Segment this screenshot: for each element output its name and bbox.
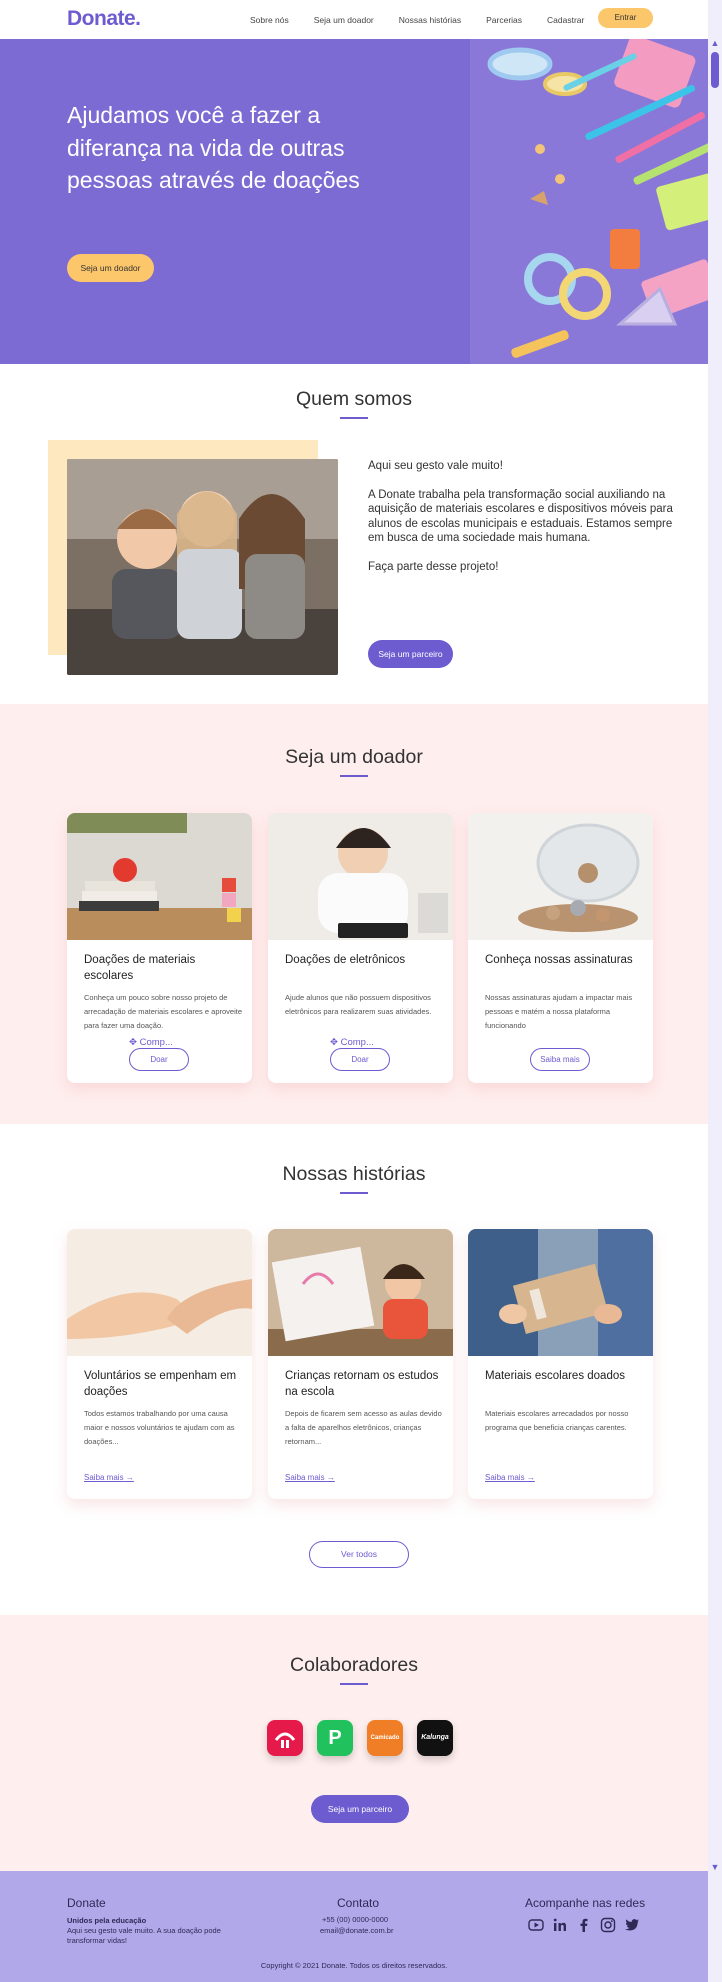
comp-tag-label: Comp... xyxy=(139,1037,173,1048)
arrow-right-icon: → xyxy=(125,1473,134,1482)
main-nav: Sobre nós Seja um doador Nossas história… xyxy=(250,15,609,25)
nav-item-doador[interactable]: Seja um doador xyxy=(314,15,374,25)
kalunga-logo[interactable]: Kalunga xyxy=(417,1720,453,1756)
comp-tag-label: Comp... xyxy=(340,1037,374,1048)
donate-button[interactable]: Doar xyxy=(129,1048,189,1071)
nav-item-parcerias[interactable]: Parcerias xyxy=(486,15,522,25)
camicado-logo[interactable]: Camicado xyxy=(367,1720,403,1756)
stories-title: Nossas histórias xyxy=(0,1163,708,1194)
story-card-children-title: Crianças retornam os estudos na escola xyxy=(285,1370,439,1398)
about-paragraph-2: A Donate trabalha pela transformação soc… xyxy=(368,488,673,545)
donor-card-materials: Doações de materiais escolares Conheça u… xyxy=(67,813,252,1083)
footer-copyright: Copyright © 2021 Donate. Todos os direit… xyxy=(260,1961,448,1970)
logo-text: Donate. xyxy=(67,7,141,30)
donor-card-electronics-title: Doações de eletrônicos xyxy=(285,954,406,966)
story-link[interactable]: Saiba mais → xyxy=(84,1473,134,1482)
about-title: Quem somos xyxy=(0,388,708,419)
story-card-volunteers: Voluntários se empenham em doações Todos… xyxy=(67,1229,252,1499)
partners-partner-button[interactable]: Seja um parceiro xyxy=(311,1795,409,1823)
donor-card-subscriptions: Conheça nossas assinaturas Nossas assina… xyxy=(468,813,653,1083)
about-text: Aqui seu gesto vale muito! A Donate trab… xyxy=(368,459,688,588)
picpay-logo[interactable]: P xyxy=(317,1720,353,1756)
page-scrollbar[interactable]: ▲ ▼ xyxy=(708,0,722,1982)
header: Donate. Sobre nós Seja um doador Nossas … xyxy=(0,0,708,39)
books-apple-image xyxy=(67,813,252,940)
story-link[interactable]: Saiba mais → xyxy=(485,1473,535,1482)
nav-item-sobre[interactable]: Sobre nós xyxy=(250,15,289,25)
learn-more-button[interactable]: Saiba mais xyxy=(530,1048,590,1071)
partners-title: Colaboradores xyxy=(0,1654,708,1685)
donate-button[interactable]: Doar xyxy=(330,1048,390,1071)
nav-item-cadastrar[interactable]: Cadastrar xyxy=(547,15,584,25)
nav-item-historias[interactable]: Nossas histórias xyxy=(399,15,461,25)
coins-jar-image xyxy=(468,813,653,940)
kalunga-logo-text: Kalunga xyxy=(421,1734,449,1741)
comp-tag: ✥ Comp... xyxy=(330,1037,374,1048)
picpay-logo-text: P xyxy=(328,1727,342,1749)
login-button[interactable]: Entrar xyxy=(598,8,653,28)
donor-card-materials-desc: Conheça um pouco sobre nosso projeto de … xyxy=(84,993,243,1030)
scroll-down-icon[interactable]: ▼ xyxy=(710,1862,720,1872)
holding-hands-image xyxy=(67,1229,252,1356)
comp-tag: ✥ Comp... xyxy=(129,1037,173,1048)
logo[interactable]: Donate. xyxy=(67,7,141,31)
scroll-thumb[interactable] xyxy=(711,52,719,88)
footer-tagline-text: Aqui seu gesto vale muito. A sua doação … xyxy=(67,1926,221,1945)
see-all-button[interactable]: Ver todos xyxy=(309,1541,409,1568)
school-supplies-image xyxy=(470,39,708,364)
footer-email[interactable]: email@donate.com.br xyxy=(320,1926,393,1936)
donor-card-electronics-desc: Ajude alunos que não possuem dispositivo… xyxy=(285,993,432,1016)
youtube-icon[interactable] xyxy=(528,1917,544,1933)
story-card-children-desc: Depois de ficarem sem acesso as aulas de… xyxy=(285,1409,442,1446)
about-partner-button[interactable]: Seja um parceiro xyxy=(368,640,453,668)
story-link[interactable]: Saiba mais → xyxy=(285,1473,335,1482)
twitter-icon[interactable] xyxy=(624,1917,640,1933)
bradesco-logo[interactable] xyxy=(267,1720,303,1756)
hero-section: Ajudamos você a fazer a diferança na vid… xyxy=(0,39,708,364)
bradesco-icon xyxy=(274,1732,296,1748)
camicado-logo-text: Camicado xyxy=(370,1735,400,1741)
story-link-label: Saiba mais xyxy=(285,1473,325,1482)
hero-title: Ajudamos você a fazer a diferança na vid… xyxy=(67,102,360,193)
donor-title: Seja um doador xyxy=(0,746,708,777)
story-card-children: Crianças retornam os estudos na escola D… xyxy=(268,1229,453,1499)
child-tablet-image xyxy=(268,813,453,940)
footer-brand: Donate xyxy=(67,1896,106,1910)
linkedin-icon[interactable] xyxy=(552,1917,568,1933)
hero-donor-button[interactable]: Seja um doador xyxy=(67,254,154,282)
story-card-volunteers-desc: Todos estamos trabalhando por uma causa … xyxy=(84,1409,235,1446)
arrow-right-icon: → xyxy=(526,1473,535,1482)
story-card-materials: Materiais escolares doados Materiais esc… xyxy=(468,1229,653,1499)
story-link-label: Saiba mais xyxy=(84,1473,124,1482)
footer-social-title: Acompanhe nas redes xyxy=(525,1896,646,1910)
donor-card-subscriptions-desc: Nossas assinaturas ajudam a impactar mai… xyxy=(485,993,633,1030)
child-drawing-image xyxy=(268,1229,453,1356)
children-photo xyxy=(67,459,338,675)
story-card-volunteers-title: Voluntários se empenham em doações xyxy=(84,1370,237,1398)
about-paragraph-3: Faça parte desse projeto! xyxy=(368,560,499,573)
story-link-label: Saiba mais xyxy=(485,1473,525,1482)
scroll-up-icon[interactable]: ▲ xyxy=(710,38,720,48)
footer-tagline: Unidos pela educação xyxy=(67,1916,147,1925)
about-paragraph-1: Aqui seu gesto vale muito! xyxy=(368,460,503,472)
arrow-right-icon: → xyxy=(326,1473,335,1482)
footer-phone: +55 (00) 0000-0000 xyxy=(322,1915,389,1924)
facebook-icon[interactable] xyxy=(576,1917,592,1933)
footer: Donate Unidos pela educação Aqui seu ges… xyxy=(0,1871,708,1982)
page: Donate. Sobre nós Seja um doador Nossas … xyxy=(0,0,708,1982)
footer-contact-title: Contato xyxy=(337,1896,380,1910)
box-handover-image xyxy=(468,1229,653,1356)
story-card-materials-desc: Materiais escolares arrecadados por noss… xyxy=(485,1409,629,1432)
donor-card-subscriptions-title: Conheça nossas assinaturas xyxy=(485,954,633,966)
donor-card-electronics: Doações de eletrônicos Ajude alunos que … xyxy=(268,813,453,1083)
story-card-materials-title: Materiais escolares doados xyxy=(485,1370,625,1382)
donor-card-materials-title: Doações de materiais escolares xyxy=(84,954,196,982)
instagram-icon[interactable] xyxy=(600,1917,616,1933)
